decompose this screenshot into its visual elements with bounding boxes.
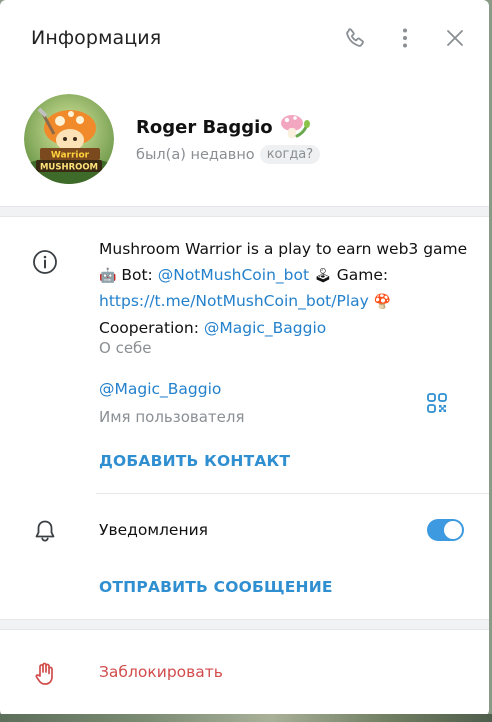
section-separator: [0, 206, 489, 217]
avatar-logo-top: Warrior: [51, 151, 90, 161]
bio-line-1: Mushroom Warrior is a play to earn web3 …: [99, 240, 468, 258]
toggle-knob: [444, 521, 462, 539]
bell-icon: [31, 517, 59, 545]
user-info-panel: Информация Warrior MUSHROOM Roger Baggio…: [0, 0, 489, 716]
close-icon[interactable]: [441, 24, 469, 52]
profile-name: Roger Baggio: [136, 116, 273, 138]
mushroom-emoji-status-icon[interactable]: [277, 112, 313, 142]
info-icon: [31, 248, 59, 276]
bot-link[interactable]: @NotMushCoin_bot: [158, 266, 309, 284]
avatar-logo-bottom: MUSHROOM: [40, 163, 98, 173]
bio-caption: О себе: [99, 339, 152, 357]
cooperation-label: Cooperation:: [99, 318, 204, 337]
more-vertical-icon[interactable]: [391, 24, 419, 52]
avatar[interactable]: Warrior MUSHROOM: [24, 94, 114, 184]
notifications-label: Уведомления: [99, 521, 208, 539]
add-contact-button[interactable]: ДОБАВИТЬ КОНТАКТ: [99, 452, 290, 470]
bot-label: Bot:: [116, 265, 158, 284]
game-label: Game:: [331, 265, 389, 284]
name-row: Roger Baggio: [136, 112, 313, 142]
last-seen-text: был(а) недавно: [136, 146, 255, 163]
username-caption: Имя пользователя: [99, 408, 245, 426]
joystick-emoji: 🕹: [314, 267, 332, 284]
block-user-button[interactable]: Заблокировать: [99, 663, 223, 681]
when-button[interactable]: когда?: [259, 145, 321, 164]
mushroom-emoji: 🍄: [373, 294, 392, 310]
background-wallpaper: [0, 714, 492, 722]
game-link[interactable]: https://t.me/NotMushCoin_bot/Play: [99, 292, 369, 310]
robot-emoji: 🤖: [99, 267, 117, 284]
panel-title: Информация: [31, 27, 162, 49]
block-hand-icon: [31, 660, 59, 688]
phone-icon[interactable]: [341, 24, 369, 52]
notifications-toggle[interactable]: [427, 519, 464, 541]
divider: [96, 493, 489, 494]
username-link[interactable]: @Magic_Baggio: [99, 380, 221, 398]
status-row: был(а) недавно когда?: [136, 145, 321, 164]
cooperation-link[interactable]: @Magic_Baggio: [204, 319, 326, 337]
panel-header: Информация: [0, 0, 489, 78]
qr-code-icon[interactable]: [425, 391, 449, 415]
section-separator-2: [0, 619, 489, 630]
send-message-button[interactable]: ОТПРАВИТЬ СООБЩЕНИЕ: [99, 578, 333, 596]
bio-text: Mushroom Warrior is a play to earn web3 …: [99, 237, 479, 341]
